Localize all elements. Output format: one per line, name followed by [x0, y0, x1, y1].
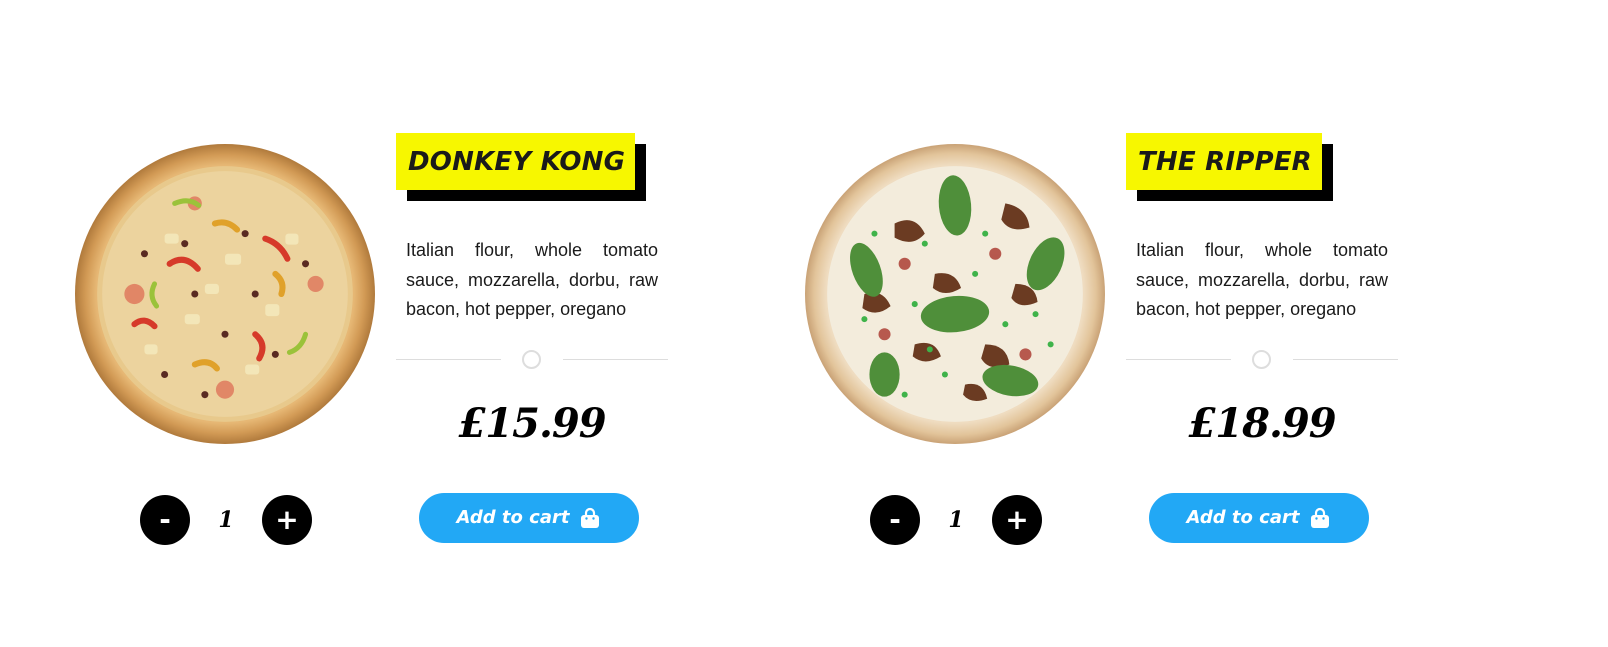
product-card: DONKEY KONG Italian flour, whole tomato … — [60, 0, 760, 647]
divider-line-left — [396, 359, 501, 360]
quantity-minus-button[interactable]: - — [870, 495, 920, 545]
product-description: Italian flour, whole tomato sauce, mozza… — [1136, 240, 1388, 319]
divider-line-right — [1293, 359, 1398, 360]
quantity-plus-button[interactable]: + — [262, 495, 312, 545]
quantity-stepper: - 1 + — [870, 495, 1042, 545]
pizza-illustration — [805, 144, 1105, 444]
product-price: £18.99 — [1188, 400, 1336, 447]
quantity-plus-button[interactable]: + — [992, 495, 1042, 545]
product-title[interactable]: DONKEY KONG — [396, 133, 636, 190]
product-price: £15.99 — [458, 400, 606, 447]
divider-line-right — [563, 359, 668, 360]
divider — [396, 349, 668, 369]
pizza-image[interactable] — [74, 143, 376, 445]
product-card: THE RIPPER Italian flour, whole tomato s… — [790, 0, 1490, 647]
pizza-illustration — [75, 144, 375, 444]
add-to-cart-label: Add to cart — [456, 507, 570, 528]
add-to-cart-button[interactable]: Add to cart — [419, 493, 639, 543]
divider-circle-icon — [1252, 350, 1271, 369]
divider-circle-icon — [522, 350, 541, 369]
add-to-cart-label: Add to cart — [1186, 507, 1300, 528]
quantity-value[interactable]: 1 — [201, 495, 251, 545]
product-title[interactable]: THE RIPPER — [1126, 133, 1322, 190]
shopping-bag-icon — [579, 507, 601, 529]
quantity-minus-button[interactable]: - — [140, 495, 190, 545]
divider — [1126, 349, 1398, 369]
quantity-stepper: - 1 + — [140, 495, 312, 545]
product-description: Italian flour, whole tomato sauce, mozza… — [406, 240, 658, 319]
product-title-box: THE RIPPER — [1126, 133, 1333, 201]
product-title-box: DONKEY KONG — [396, 133, 647, 201]
pizza-image[interactable] — [804, 143, 1106, 445]
shopping-bag-icon — [1309, 507, 1331, 529]
quantity-value[interactable]: 1 — [931, 495, 981, 545]
product-listing: DONKEY KONG Italian flour, whole tomato … — [0, 0, 1608, 647]
divider-line-left — [1126, 359, 1231, 360]
add-to-cart-button[interactable]: Add to cart — [1149, 493, 1369, 543]
